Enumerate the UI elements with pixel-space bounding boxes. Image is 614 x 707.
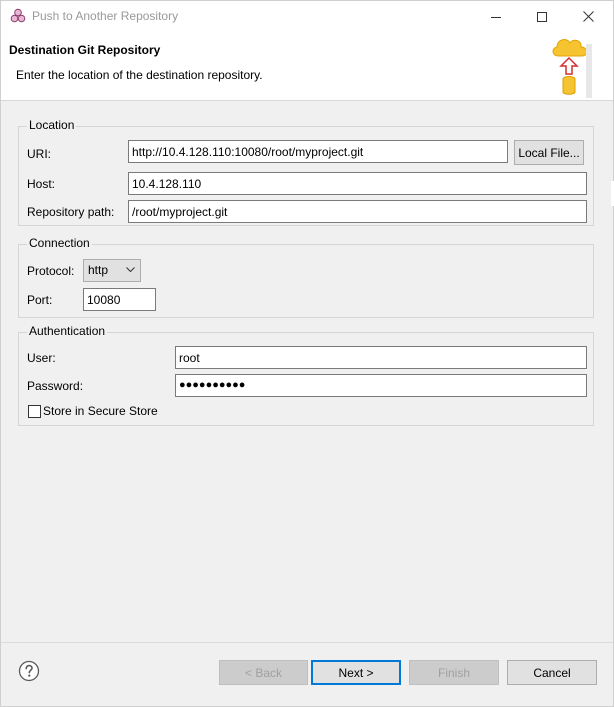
- cancel-button[interactable]: Cancel: [507, 660, 597, 685]
- authentication-group-label: Authentication: [27, 324, 108, 338]
- window-title: Push to Another Repository: [32, 9, 179, 23]
- protocol-label: Protocol:: [27, 264, 75, 278]
- store-secure-label: Store in Secure Store: [43, 404, 158, 418]
- user-label: User:: [27, 351, 56, 365]
- user-input[interactable]: [175, 346, 587, 369]
- finish-button[interactable]: Finish: [409, 660, 499, 685]
- next-button[interactable]: Next >: [311, 660, 401, 685]
- maximize-icon: [537, 11, 547, 22]
- uri-label: URI:: [27, 147, 51, 161]
- minimize-icon: [491, 16, 501, 18]
- protocol-value: http: [88, 263, 109, 277]
- git-repo-icon: [10, 8, 26, 23]
- cloud-upload-database-icon: [552, 39, 592, 98]
- connection-group: Connection Protocol: http Port:: [18, 236, 594, 318]
- location-group: Location URI: Local File... Host: Reposi…: [18, 118, 594, 226]
- repository-path-label: Repository path:: [27, 205, 115, 219]
- maximize-button[interactable]: [519, 1, 565, 32]
- local-file-button[interactable]: Local File...: [514, 140, 584, 165]
- repository-path-input[interactable]: [128, 200, 587, 223]
- location-group-label: Location: [27, 118, 77, 132]
- connection-group-label: Connection: [27, 236, 92, 250]
- back-button[interactable]: < Back: [219, 660, 308, 685]
- footer-separator: [1, 642, 613, 643]
- port-input[interactable]: [83, 288, 156, 311]
- password-input[interactable]: ●●●●●●●●●●: [175, 374, 587, 397]
- port-label: Port:: [27, 293, 53, 307]
- close-icon: [582, 11, 594, 22]
- push-dialog: Push to Another Repository Destination G…: [0, 0, 614, 707]
- authentication-group: Authentication User: Password: ●●●●●●●●●…: [18, 324, 594, 426]
- help-icon[interactable]: [18, 660, 40, 682]
- title-bar: Push to Another Repository: [1, 1, 613, 32]
- store-secure-checkbox[interactable]: [28, 405, 41, 418]
- chevron-down-icon: [126, 267, 135, 273]
- protocol-select[interactable]: http: [83, 259, 141, 282]
- host-label: Host:: [27, 177, 56, 191]
- minimize-button[interactable]: [473, 1, 519, 32]
- host-input[interactable]: [128, 172, 587, 195]
- wizard-banner: Destination Git Repository Enter the loc…: [1, 32, 613, 101]
- password-label: Password:: [27, 379, 84, 393]
- page-title: Destination Git Repository: [9, 43, 161, 57]
- close-button[interactable]: [565, 1, 611, 32]
- page-description: Enter the location of the destination re…: [16, 68, 263, 82]
- uri-input[interactable]: [128, 140, 508, 163]
